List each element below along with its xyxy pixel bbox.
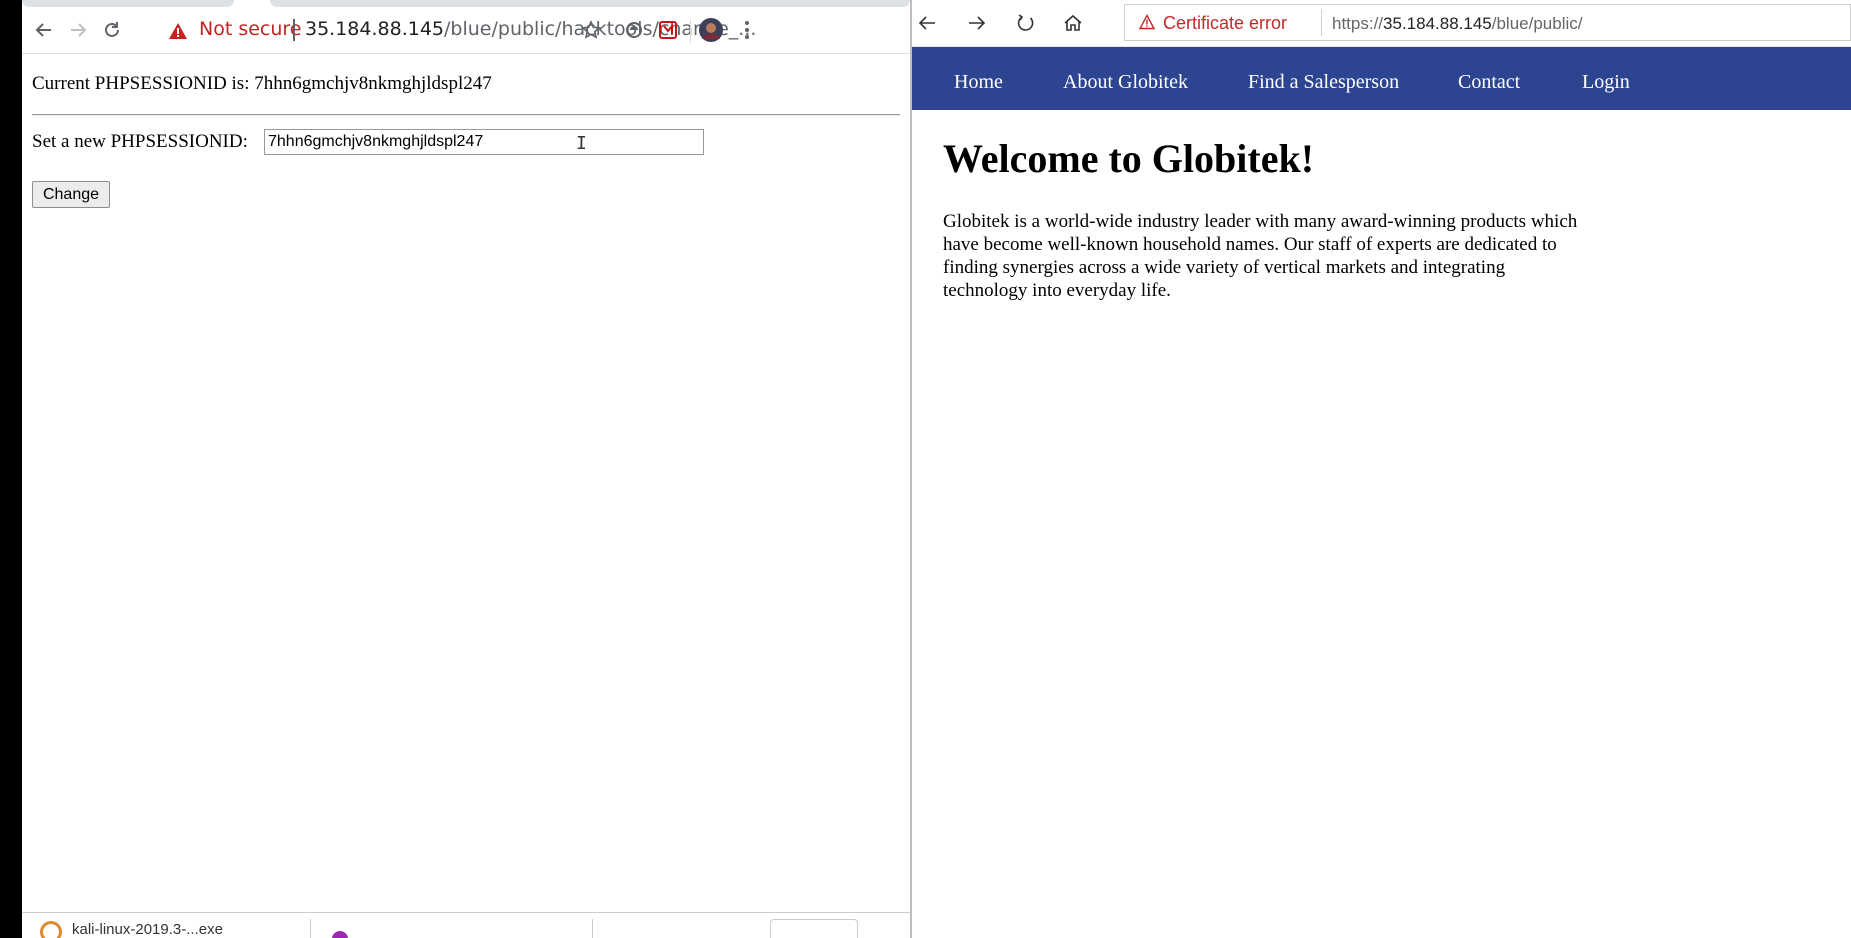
change-button[interactable]: Change xyxy=(32,181,110,208)
current-session-value: 7hhn6gmchjv8nkmghjldspl247 xyxy=(254,73,492,94)
shelf-separator xyxy=(592,919,593,938)
certificate-error-label[interactable]: Certificate error xyxy=(1163,13,1287,34)
download-shelf: kali-linux-2019.3-...exe xyxy=(22,912,910,938)
tab-fragment[interactable] xyxy=(270,0,910,7)
star-icon[interactable] xyxy=(578,17,604,43)
mcafee-icon[interactable] xyxy=(655,17,681,43)
download-item-name[interactable]: kali-linux-2019.3-...exe xyxy=(72,921,223,938)
back-icon[interactable] xyxy=(912,8,942,38)
ie-toolbar: Certificate error https://35.184.88.145/… xyxy=(912,0,1851,47)
current-session-line: Current PHPSESSIONID is: 7hhn6gmchjv8nkm… xyxy=(32,73,492,95)
page-title: Welcome to Globitek! xyxy=(943,136,1315,181)
chrome-window: Not secure 35.184.88.145/blue/public/hac… xyxy=(22,0,910,938)
refresh-icon[interactable] xyxy=(1011,8,1041,38)
show-all-button[interactable] xyxy=(770,919,858,938)
current-session-label: Current PHPSESSIONID is: xyxy=(32,73,250,94)
download-file-icon[interactable] xyxy=(332,931,348,938)
toolbar-separator xyxy=(690,19,691,43)
address-bar[interactable]: Certificate error https://35.184.88.145/… xyxy=(1124,4,1851,41)
text-cursor-icon: I xyxy=(576,133,587,154)
menu-icon[interactable] xyxy=(734,17,760,43)
forward-icon[interactable] xyxy=(65,17,91,43)
url-host: 35.184.88.145 xyxy=(1383,14,1492,33)
tab-fragment[interactable] xyxy=(22,0,234,7)
avatar[interactable] xyxy=(698,17,724,43)
forward-icon[interactable] xyxy=(962,8,992,38)
omnibox-separator xyxy=(293,19,295,41)
toolbar-divider xyxy=(22,53,910,54)
back-icon[interactable] xyxy=(31,17,57,43)
download-file-icon xyxy=(40,921,62,938)
omnibox-url[interactable]: 35.184.88.145/blue/public/hacktools/chan… xyxy=(305,18,756,40)
nav-salesperson-link[interactable]: Find a Salesperson xyxy=(1248,71,1399,94)
ie-window: Certificate error https://35.184.88.145/… xyxy=(912,0,1851,938)
url-scheme: https:// xyxy=(1332,14,1384,33)
nav-contact-link[interactable]: Contact xyxy=(1458,71,1520,94)
security-status[interactable]: Not secure xyxy=(199,18,302,40)
url-host: 35.184.88.145 xyxy=(305,18,445,40)
reload-icon[interactable] xyxy=(99,17,125,43)
horizontal-rule xyxy=(32,114,900,116)
chrome-toolbar: Not secure 35.184.88.145/blue/public/hac… xyxy=(22,7,910,53)
home-icon[interactable] xyxy=(1058,8,1088,38)
extension-icon[interactable] xyxy=(621,17,647,43)
nav-home-link[interactable]: Home xyxy=(954,71,1003,94)
warning-icon[interactable] xyxy=(168,22,188,45)
warning-icon[interactable] xyxy=(1138,14,1156,35)
shelf-separator xyxy=(310,919,311,938)
url-path: /blue/public/ xyxy=(1491,14,1583,33)
address-separator xyxy=(1321,9,1322,36)
screen-edge xyxy=(0,0,22,938)
address-url[interactable]: https://35.184.88.145/blue/public/ xyxy=(1332,14,1582,34)
new-session-label: Set a new PHPSESSIONID: xyxy=(32,131,248,152)
intro-paragraph: Globitek is a world-wide industry leader… xyxy=(943,211,1578,301)
session-id-input[interactable] xyxy=(264,129,704,155)
nav-about-link[interactable]: About Globitek xyxy=(1063,71,1188,94)
nav-login-link[interactable]: Login xyxy=(1582,71,1630,94)
